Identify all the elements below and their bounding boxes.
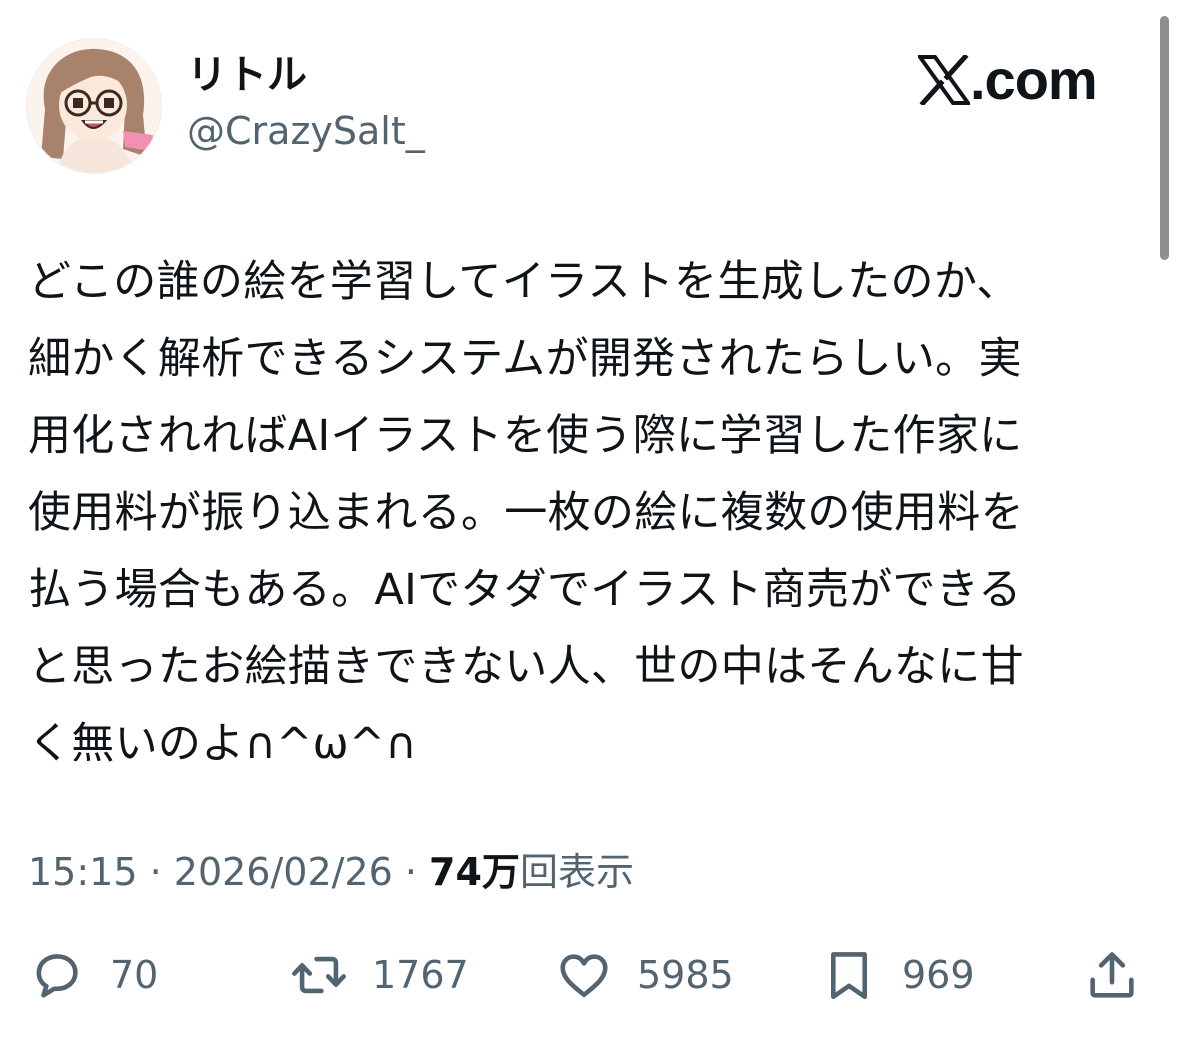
tweet-text-line: 用化されればAIイラストを使う際に学習した作家に bbox=[28, 411, 1023, 461]
repost-button[interactable]: 1767 bbox=[290, 940, 469, 1010]
reply-icon bbox=[36, 954, 78, 998]
tweet-text-line: どこの誰の絵を学習してイラストを生成したのか、 bbox=[28, 257, 1020, 307]
repost-count: 1767 bbox=[372, 953, 469, 997]
meta-separator: · bbox=[392, 850, 430, 894]
tweet-text-line: と思ったお絵描きできない人、世の中はそんなに甘 bbox=[28, 642, 1024, 692]
tweet-body: どこの誰の絵を学習してイラストを生成したのか、 細かく解析できるシステムが開発さ… bbox=[28, 244, 1148, 783]
x-logo-icon bbox=[918, 55, 970, 105]
tweet-screenshot: リトル @CrazySalt_ .com どこの誰の絵を学習してイラストを生成し… bbox=[0, 0, 1179, 1058]
share-icon bbox=[1090, 952, 1134, 998]
tweet-text-line: 使用料が振り込まれる。一枚の絵に複数の使用料を bbox=[28, 488, 1024, 538]
share-button[interactable] bbox=[1083, 940, 1141, 1010]
action-bar: 70 1767 5985 969 bbox=[0, 940, 1179, 1010]
like-button[interactable]: 5985 bbox=[555, 940, 734, 1010]
reply-count: 70 bbox=[110, 953, 159, 997]
views-label: 回表示 bbox=[519, 850, 634, 894]
tweet-text-line: 細かく解析できるシステムが開発されたらしい。実 bbox=[28, 334, 1022, 384]
repost-icon bbox=[292, 956, 346, 994]
heart-icon bbox=[560, 954, 608, 998]
bookmark-button[interactable]: 969 bbox=[820, 940, 975, 1010]
scrollbar[interactable] bbox=[1160, 16, 1169, 260]
tweet-text-line: 払う場合もある。AIでタダでイラスト商売ができる bbox=[28, 565, 1022, 615]
like-count: 5985 bbox=[637, 953, 734, 997]
author-handle[interactable]: @CrazySalt_ bbox=[187, 106, 425, 156]
avatar[interactable] bbox=[26, 38, 162, 174]
x-logo-domain: .com bbox=[970, 48, 1098, 111]
avatar-illustration bbox=[27, 39, 161, 173]
bookmark-icon bbox=[830, 952, 868, 1000]
tweet-text-line: く無いのよ∩^ω^∩ bbox=[28, 719, 418, 769]
reply-button[interactable]: 70 bbox=[28, 940, 158, 1010]
bookmark-count: 969 bbox=[902, 953, 975, 997]
tweet-meta: 15:15 · 2026/02/26 · 74万回表示 bbox=[28, 846, 634, 898]
tweet-date[interactable]: 2026/02/26 bbox=[174, 850, 393, 894]
tweet-time[interactable]: 15:15 bbox=[28, 850, 138, 894]
x-logo: .com bbox=[918, 48, 1098, 112]
author-display-name[interactable]: リトル bbox=[187, 50, 307, 100]
views-count: 74万 bbox=[429, 850, 520, 894]
meta-separator: · bbox=[137, 850, 174, 894]
